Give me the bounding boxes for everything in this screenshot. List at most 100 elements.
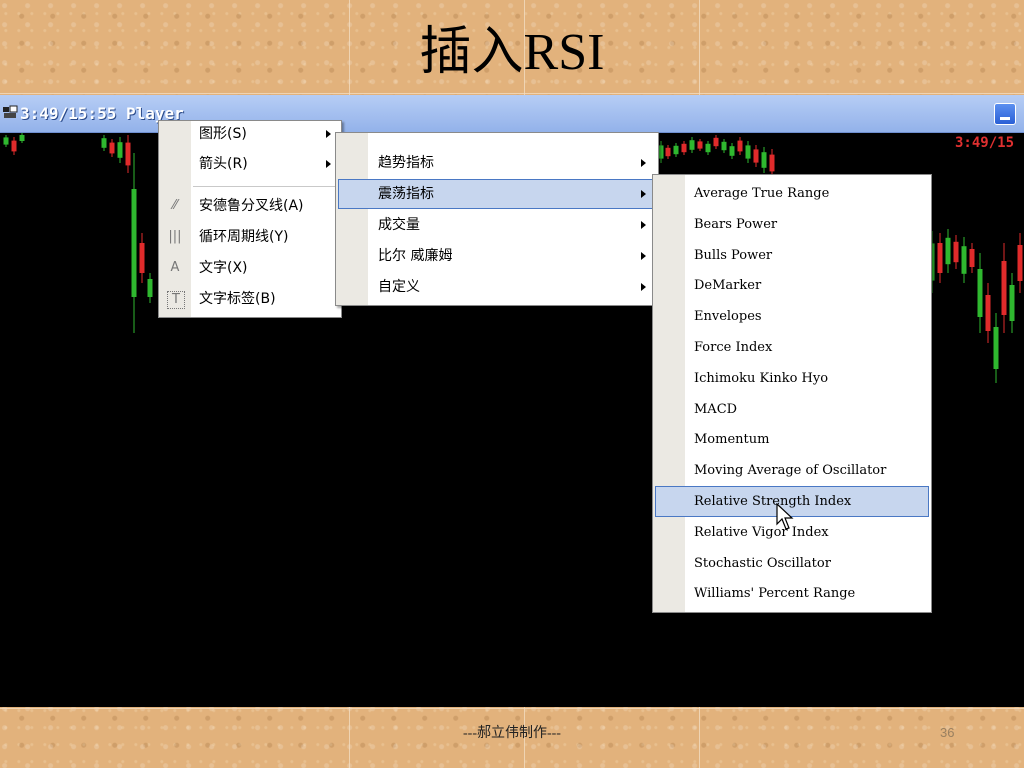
candle-body xyxy=(125,142,131,166)
candle-body xyxy=(993,327,999,369)
menu-item-oscillator[interactable]: DeMarker xyxy=(655,270,929,301)
candle-body xyxy=(19,135,25,141)
candle-body xyxy=(953,241,959,263)
candle-body xyxy=(945,237,951,265)
candle-body xyxy=(1017,245,1023,281)
menu-item-label: Bears Power xyxy=(694,216,778,232)
candle-body xyxy=(139,243,145,273)
candle-body xyxy=(658,145,664,159)
menu-item-oscillator[interactable]: Envelopes xyxy=(655,301,929,332)
candle-body xyxy=(961,246,967,274)
menu-item-oscillator[interactable]: Moving Average of Oscillator xyxy=(655,455,929,486)
candle-body xyxy=(1001,261,1007,315)
slide-footer: ---郝立伟制作--- xyxy=(463,726,561,741)
menu-item-label: 成交量 xyxy=(378,217,420,233)
menu-item-label: Momentum xyxy=(694,432,770,448)
menu-item-label: DeMarker xyxy=(694,278,762,294)
text-icon: A xyxy=(170,260,180,275)
context-menu-oscillators: Average True Range Bears Power Bulls Power… xyxy=(652,174,932,613)
menu-item-label: Bulls Power xyxy=(694,247,773,263)
candle-body xyxy=(147,279,153,297)
candle-body xyxy=(1009,285,1015,321)
submenu-arrow-icon xyxy=(641,190,646,198)
page-number: 36 xyxy=(940,725,955,740)
menu-item-label: MACD xyxy=(694,401,738,417)
menu-separator xyxy=(193,186,337,187)
candle-body xyxy=(713,137,719,147)
candle-body xyxy=(3,137,9,145)
menu-item-label: Force Index xyxy=(694,340,773,355)
menu-item-label: 文字(X) xyxy=(199,260,248,276)
background-divider xyxy=(0,93,1024,94)
menu-item-label: 趋势指标 xyxy=(378,155,434,171)
menu-item-indicator-group[interactable]: 自定义 xyxy=(338,272,656,302)
menu-item-level1[interactable]: 图形(S) xyxy=(159,119,341,149)
menu-item-oscillator[interactable]: Williams' Percent Range xyxy=(655,578,929,609)
minimize-button[interactable] xyxy=(994,103,1016,125)
candle-body xyxy=(689,140,695,150)
candle-body xyxy=(729,146,735,156)
menu-item-level1[interactable]: ||| 循环周期线(Y) xyxy=(159,222,341,252)
menu-item-label: Moving Average of Oscillator xyxy=(694,463,887,479)
menu-item-label: Relative Strength Index xyxy=(694,494,852,509)
menu-item-oscillator[interactable]: Average True Range xyxy=(655,178,929,209)
candle-body xyxy=(705,143,711,153)
submenu-arrow-icon xyxy=(641,159,646,167)
menu-item-level1[interactable]: 箭头(R) xyxy=(159,149,341,179)
menu-item-indicator-group[interactable]: 震荡指标 xyxy=(338,179,656,209)
menu-item-level1[interactable]: A 文字(X) xyxy=(159,253,341,283)
candle-body xyxy=(745,145,751,159)
menu-item-oscillator[interactable]: Momentum xyxy=(655,424,929,455)
menu-item-oscillator[interactable]: MACD xyxy=(655,394,929,425)
menu-item-level1[interactable]: T 文字标签(B) xyxy=(159,284,341,314)
background-divider xyxy=(0,708,1024,709)
candle-body xyxy=(681,143,687,153)
candle-body xyxy=(131,189,137,297)
menu-item-label: 循环周期线(Y) xyxy=(199,229,289,245)
mouse-cursor-icon xyxy=(776,503,794,530)
menu-item-label: 比尔 威廉姆 xyxy=(378,248,453,264)
menu-item-oscillator[interactable]: Force Index xyxy=(655,332,929,363)
menu-item-label: 文字标签(B) xyxy=(199,291,276,307)
candle-body xyxy=(985,295,991,331)
candle-body xyxy=(101,138,107,148)
candle-body xyxy=(109,142,115,154)
menu-item-label: Williams' Percent Range xyxy=(694,586,856,602)
candle-body xyxy=(697,141,703,149)
menu-item-oscillator[interactable]: Stochastic Oscillator xyxy=(655,548,929,579)
candle-body xyxy=(753,149,759,163)
menu-item-indicator-group[interactable]: 成交量 xyxy=(338,210,656,240)
candle-body xyxy=(769,154,775,172)
menu-item-label: 安德鲁分叉线(A) xyxy=(199,198,304,214)
menu-item-oscillator[interactable]: Bears Power xyxy=(655,209,929,240)
menu-item-label: Ichimoku Kinko Hyo xyxy=(694,370,829,386)
candle-body xyxy=(11,140,17,152)
submenu-arrow-icon xyxy=(641,283,646,291)
menu-item-oscillator[interactable]: Bulls Power xyxy=(655,240,929,271)
candle-body xyxy=(937,243,943,273)
menu-item-label: 图形(S) xyxy=(199,126,247,142)
context-menu-indicators: 趋势指标震荡指标成交量比尔 威廉姆 自定义 xyxy=(335,132,659,306)
menu-item-label: 自定义 xyxy=(378,279,420,295)
menu-item-level1[interactable]: ⁄⁄ 安德鲁分叉线(A) xyxy=(159,191,341,221)
menu-item-label: Stochastic Oscillator xyxy=(694,555,831,571)
menu-item-indicator-group[interactable]: 比尔 威廉姆 xyxy=(338,241,656,271)
menu-item-oscillator[interactable]: Ichimoku Kinko Hyo xyxy=(655,363,929,394)
app-icon xyxy=(3,105,18,118)
submenu-arrow-icon xyxy=(641,252,646,260)
context-menu-level1: 图形(S) 箭头(R) ⁄⁄ 安德鲁分叉线(A) ||| 循环周期线(Y) A 文字(X) T 文… xyxy=(158,120,342,318)
submenu-arrow-icon xyxy=(326,160,331,168)
menu-item-label: Relative Vigor Index xyxy=(694,524,829,540)
submenu-arrow-icon xyxy=(326,130,331,138)
candle-body xyxy=(673,145,679,155)
submenu-arrow-icon xyxy=(641,221,646,229)
slide-title: 插入RSI xyxy=(419,24,605,81)
menu-item-label: Envelopes xyxy=(694,309,762,325)
candle-body xyxy=(977,269,983,317)
menu-item-label: Average True Range xyxy=(694,186,830,201)
text-label-icon: T xyxy=(167,291,185,309)
menu-item-indicator-group[interactable]: 趋势指标 xyxy=(338,148,656,178)
window-titlebar[interactable]: 3:49/15:55 Player xyxy=(0,95,1024,133)
cycle-lines-icon: ||| xyxy=(168,229,182,244)
candle-body xyxy=(737,140,743,152)
